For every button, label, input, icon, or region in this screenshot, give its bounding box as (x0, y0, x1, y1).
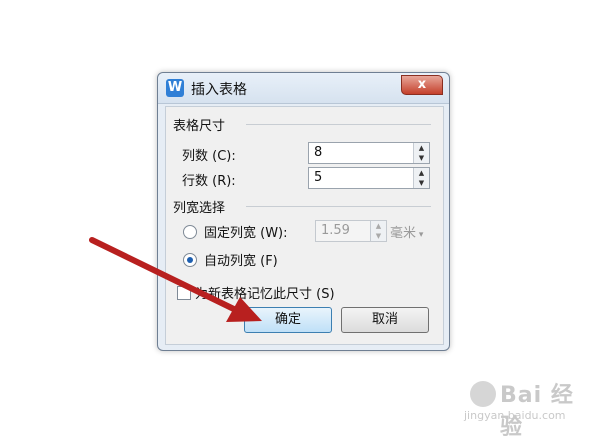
annotation-arrow (89, 237, 262, 322)
annotation-arrow-shaft (89, 237, 245, 316)
watermark-url: jingyan.baidu.com (464, 409, 566, 422)
baidu-watermark: Bai 经验 jingyan.baidu.com (462, 373, 592, 440)
baidu-paw-icon (470, 381, 496, 407)
